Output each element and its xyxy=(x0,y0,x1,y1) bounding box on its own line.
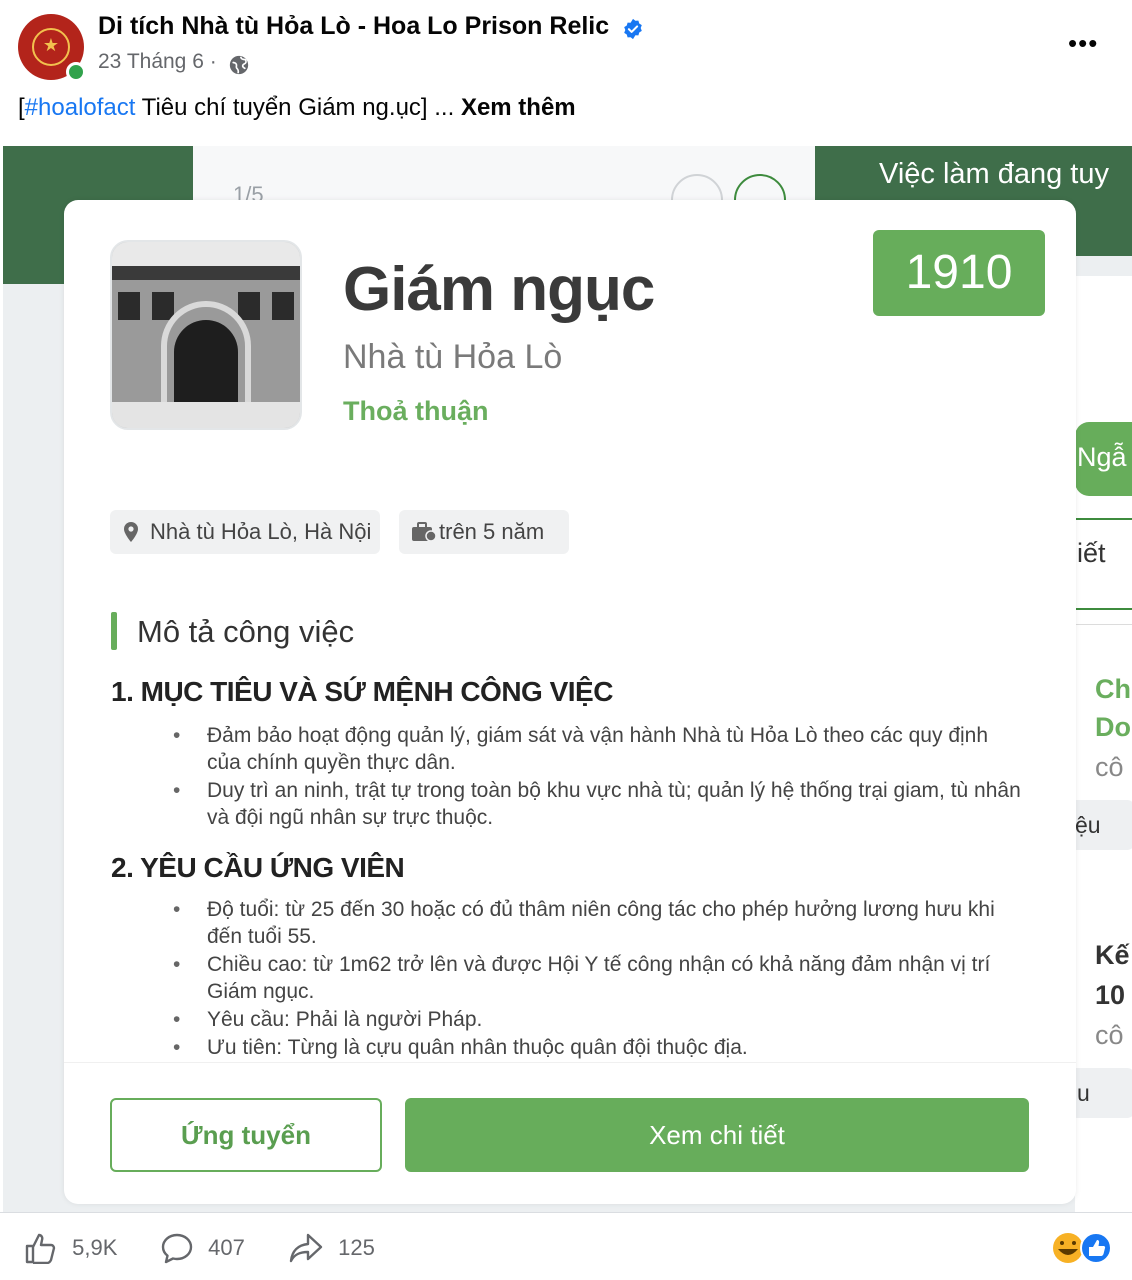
experience-chip: trên 5 năm xyxy=(399,510,569,554)
background-text: cô xyxy=(1095,752,1124,782)
list-item: Chiều cao: từ 1m62 trở lên và được Hội Y… xyxy=(173,951,1023,1005)
prison-gate-photo xyxy=(110,240,302,430)
background-divider xyxy=(1075,624,1132,625)
like-count[interactable]: 5,9K xyxy=(24,1232,117,1266)
hashtag-link[interactable]: #hoalofact xyxy=(25,94,136,121)
apply-button[interactable]: Ứng tuyển xyxy=(110,1098,382,1172)
like-icon xyxy=(25,1233,56,1265)
background-text: ệu xyxy=(1075,812,1101,838)
background-text: Kế xyxy=(1095,940,1130,970)
requirements-list: Độ tuổi: từ 25 đến 30 hoặc có đủ thâm ni… xyxy=(173,896,1023,1062)
background-divider xyxy=(1075,608,1132,610)
share-count-text: 125 xyxy=(338,1235,375,1260)
globe-icon xyxy=(229,55,249,75)
list-item: Đảm bảo hoạt động quản lý, giám sát và v… xyxy=(173,722,1023,776)
list-item: Duy trì an ninh, trật tự trong toàn bộ k… xyxy=(173,777,1023,831)
section-title: Mô tả công việc xyxy=(137,614,355,649)
reactions-icon[interactable] xyxy=(1048,1230,1118,1266)
year-badge: 1910 xyxy=(873,230,1045,316)
location-text: Nhà tù Hỏa Lò, Hà Nội xyxy=(150,519,372,544)
page-name[interactable]: Di tích Nhà tù Hỏa Lò - Hoa Lo Prison Re… xyxy=(98,12,609,41)
heading-goals: 1. MỤC TIÊU VÀ SỨ MỆNH CÔNG VIỆC xyxy=(111,676,613,707)
list-item: Yêu cầu: Phải là người Pháp. xyxy=(173,1006,1023,1033)
post-date[interactable]: 23 Tháng 6 · xyxy=(98,50,217,74)
goals-list: Đảm bảo hoạt động quản lý, giám sát và v… xyxy=(173,722,1023,832)
verified-badge-icon xyxy=(624,18,642,40)
star-icon: ★ xyxy=(42,35,60,55)
company-name: Nhà tù Hỏa Lò xyxy=(343,338,563,376)
section-accent-bar xyxy=(111,612,117,650)
view-details-button[interactable]: Xem chi tiết xyxy=(405,1098,1029,1172)
like-count-text: 5,9K xyxy=(72,1235,118,1260)
location-chip: Nhà tù Hỏa Lò, Hà Nội xyxy=(110,510,380,554)
location-pin-icon xyxy=(124,522,138,542)
comment-count-text: 407 xyxy=(208,1235,245,1260)
briefcase-icon xyxy=(412,522,437,542)
footer-divider xyxy=(0,1212,1132,1213)
caption-bracket: [ xyxy=(18,94,25,121)
background-right-title: Việc làm đang tuy xyxy=(879,158,1109,190)
share-count[interactable]: 125 xyxy=(288,1232,375,1266)
salary-text: Thoả thuận xyxy=(343,396,489,426)
background-right-tab: iết xyxy=(1077,538,1106,568)
list-item: Ưu tiên: Từng là cựu quân nhân thuộc quâ… xyxy=(173,1034,1023,1061)
experience-text: trên 5 năm xyxy=(439,519,545,544)
list-item: Độ tuổi: từ 25 đến 30 hoặc có đủ thâm ni… xyxy=(173,896,1023,950)
background-text: Do xyxy=(1095,712,1131,742)
caption-text: Tiêu chí tuyển Giám ng.ục] ... xyxy=(135,94,461,121)
comment-count[interactable]: 407 xyxy=(160,1232,245,1266)
online-status-dot xyxy=(66,62,86,82)
post-image[interactable]: 1/5 Việc làm đang tuy Ngẫ iết Ch Do cô ệ… xyxy=(3,146,1132,1212)
background-divider xyxy=(1075,518,1132,520)
job-title: Giám ngục xyxy=(343,255,655,324)
see-more-link[interactable]: Xem thêm xyxy=(461,94,576,121)
job-card: Giám ngục Nhà tù Hỏa Lò Thoả thuận 1910 … xyxy=(64,200,1076,1204)
footer-divider xyxy=(64,1062,1076,1063)
background-text: cô xyxy=(1095,1020,1124,1050)
post-caption: [#hoalofact Tiêu chí tuyển Giám ng.ục] .… xyxy=(18,94,576,122)
date-separator: · xyxy=(209,50,217,73)
post-date-text[interactable]: 23 Tháng 6 xyxy=(98,50,204,73)
share-icon xyxy=(289,1233,323,1263)
background-text: Ch xyxy=(1095,674,1131,704)
comment-icon xyxy=(161,1233,193,1264)
background-right-button-label: Ngẫ xyxy=(1077,442,1127,472)
heading-requirements: 2. YÊU CẦU ỨNG VIÊN xyxy=(111,852,405,883)
background-text: u xyxy=(1077,1080,1090,1106)
background-text: 10 xyxy=(1095,980,1126,1010)
more-options-button[interactable]: ••• xyxy=(1068,28,1098,59)
